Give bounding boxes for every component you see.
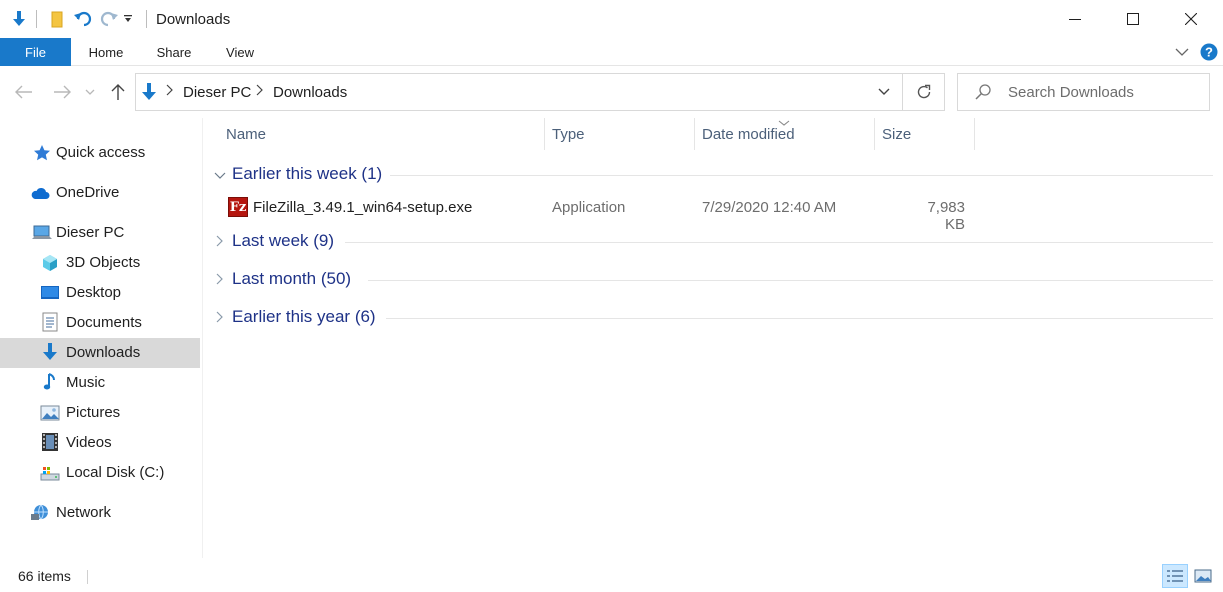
address-history-chevron-icon[interactable]	[878, 84, 890, 102]
column-header-type[interactable]: Type	[545, 118, 694, 150]
sidebar-item-network[interactable]: Network	[0, 498, 200, 528]
breadcrumb-downloads[interactable]: Downloads	[273, 84, 347, 101]
download-arrow-icon	[8, 8, 30, 30]
file-type: Application	[552, 199, 626, 216]
undo-icon[interactable]	[72, 8, 94, 30]
folder-icon[interactable]	[46, 8, 68, 30]
up-button[interactable]	[106, 80, 130, 104]
expand-ribbon-chevron-icon[interactable]	[1172, 42, 1192, 62]
file-date-modified: 7/29/2020 12:40 AM	[702, 199, 837, 216]
group-divider	[386, 318, 1213, 319]
chevron-right-icon	[216, 310, 224, 328]
group-divider	[345, 242, 1213, 243]
tab-view[interactable]: View	[210, 38, 270, 66]
details-view-button[interactable]	[1162, 564, 1188, 588]
sidebar-item-desktop[interactable]: Desktop	[0, 278, 200, 308]
refresh-button[interactable]	[903, 73, 945, 111]
maximize-button[interactable]	[1104, 0, 1162, 38]
tab-share[interactable]: Share	[144, 38, 204, 66]
sidebar-item-3d-objects[interactable]: 3D Objects	[0, 248, 200, 278]
download-arrow-icon	[40, 342, 60, 362]
group-divider	[390, 175, 1213, 176]
star-icon	[32, 143, 52, 163]
document-icon	[40, 312, 60, 332]
cube-icon	[40, 253, 60, 273]
desktop-icon	[40, 283, 60, 303]
picture-icon	[40, 403, 60, 423]
column-separator[interactable]	[974, 118, 975, 150]
breadcrumb-separator-icon[interactable]	[256, 84, 264, 99]
ribbon-tabs: File Home Share View ?	[0, 38, 1223, 66]
divider	[146, 10, 147, 28]
breadcrumb-separator-icon[interactable]	[166, 84, 174, 99]
recent-locations-chevron-icon[interactable]	[82, 80, 98, 104]
search-placeholder: Search Downloads	[1008, 84, 1134, 101]
group-divider	[368, 280, 1213, 281]
film-icon	[40, 432, 60, 452]
chevron-right-icon	[216, 234, 224, 252]
search-box[interactable]: Search Downloads	[957, 73, 1210, 111]
chevron-right-icon	[216, 272, 224, 290]
sidebar-item-local-disk[interactable]: Local Disk (C:)	[0, 458, 200, 488]
sidebar-item-downloads[interactable]: Downloads	[0, 338, 200, 368]
tab-home[interactable]: Home	[76, 38, 136, 66]
window-title: Downloads	[156, 11, 231, 28]
help-icon[interactable]: ?	[1199, 42, 1219, 62]
column-header-date-modified[interactable]: Date modified	[695, 118, 874, 150]
divider	[36, 10, 37, 28]
network-icon	[30, 503, 50, 523]
group-header-last-week[interactable]: Last week (9)	[210, 227, 1213, 257]
sidebar-item-music[interactable]: Music	[0, 368, 200, 398]
address-bar[interactable]: Dieser PC Downloads	[135, 73, 903, 111]
customize-toolbar-dropdown-icon[interactable]	[121, 8, 135, 30]
computer-icon	[32, 223, 52, 243]
item-count: 66 items	[18, 568, 71, 584]
chevron-down-icon	[214, 168, 226, 186]
sidebar-item-quick-access[interactable]: Quick access	[0, 138, 200, 168]
column-header-name[interactable]: Name	[210, 118, 544, 150]
large-icons-view-button[interactable]	[1190, 564, 1216, 588]
drive-icon	[40, 463, 60, 483]
minimize-button[interactable]	[1046, 0, 1104, 38]
sidebar-item-dieser-pc[interactable]: Dieser PC	[0, 218, 200, 248]
group-header-last-month[interactable]: Last month (50)	[210, 265, 1213, 295]
redo-icon[interactable]	[98, 8, 120, 30]
sidebar-item-videos[interactable]: Videos	[0, 428, 200, 458]
group-header-earlier-this-year[interactable]: Earlier this year (6)	[210, 303, 1213, 333]
download-arrow-icon	[140, 82, 158, 107]
cloud-icon	[30, 183, 50, 203]
sidebar-item-pictures[interactable]: Pictures	[0, 398, 200, 428]
sidebar-item-onedrive[interactable]: OneDrive	[0, 178, 200, 208]
close-button[interactable]	[1162, 0, 1220, 38]
column-header-size[interactable]: Size	[875, 118, 974, 150]
tab-file[interactable]: File	[0, 38, 71, 66]
pane-divider[interactable]	[202, 118, 203, 558]
file-name: FileZilla_3.49.1_win64-setup.exe	[253, 199, 473, 216]
file-row[interactable]: Fz FileZilla_3.49.1_win64-setup.exe Appl…	[210, 194, 1213, 233]
navigation-pane: Quick access OneDrive Dieser PC 3D Objec…	[0, 118, 202, 558]
status-bar: 66 items	[0, 558, 1223, 592]
title-bar: Downloads	[0, 0, 1223, 38]
search-icon	[974, 83, 992, 106]
music-note-icon	[40, 372, 60, 392]
filezilla-icon: Fz	[228, 197, 248, 217]
forward-button[interactable]	[50, 80, 74, 104]
sidebar-item-documents[interactable]: Documents	[0, 308, 200, 338]
group-header-earlier-this-week[interactable]: Earlier this week (1)	[210, 160, 1213, 190]
breadcrumb-dieser-pc[interactable]: Dieser PC	[183, 84, 251, 101]
divider	[87, 570, 88, 584]
file-explorer-window: Downloads File Home Share View ? Dieser …	[0, 0, 1223, 592]
back-button[interactable]	[12, 80, 36, 104]
svg-text:?: ?	[1205, 45, 1213, 60]
